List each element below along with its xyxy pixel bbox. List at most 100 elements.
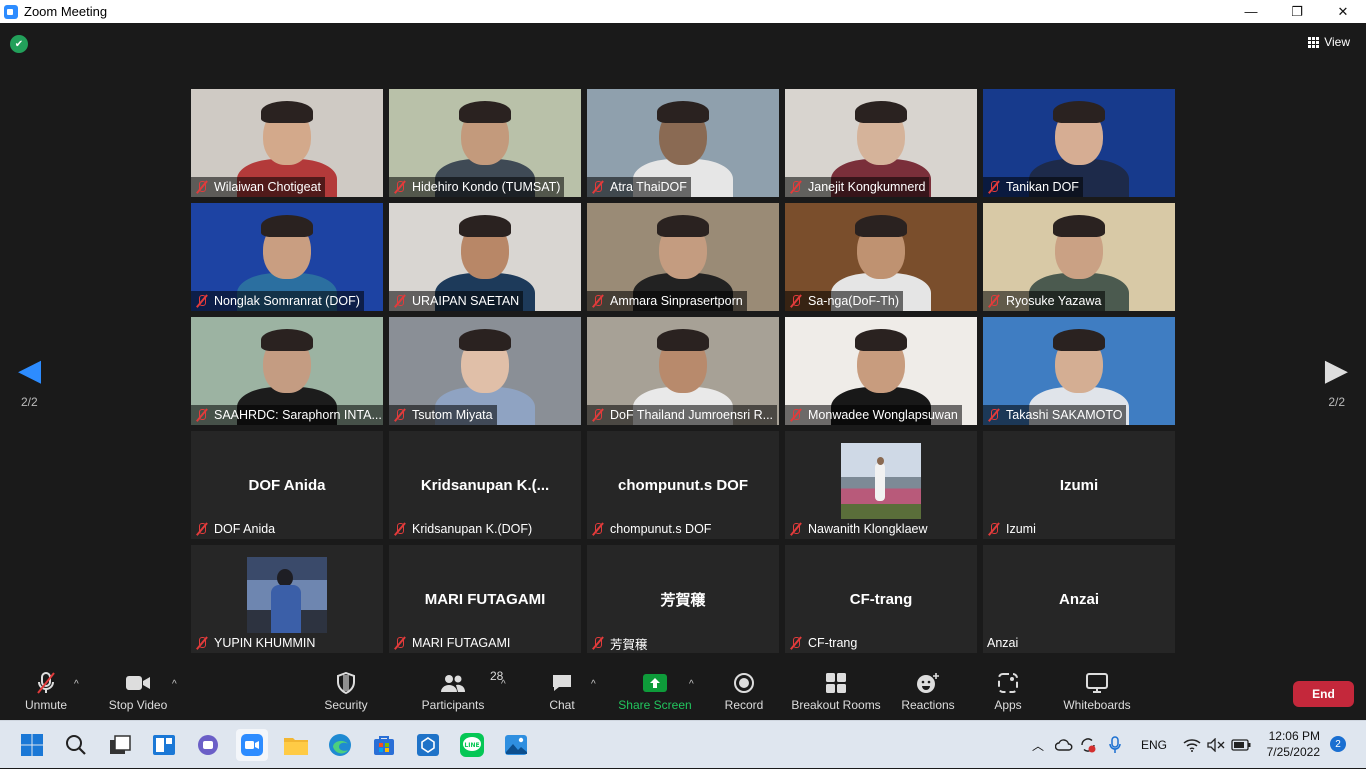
wifi-icon[interactable] bbox=[1183, 721, 1201, 769]
participant-tile[interactable]: Nonglak Somranrat (DOF) bbox=[191, 203, 383, 311]
title-bar: Zoom Meeting — ❐ ✕ bbox=[0, 0, 1366, 23]
breakout-rooms-button[interactable]: Breakout Rooms bbox=[790, 663, 882, 720]
participant-tile[interactable]: Anzai Anzai bbox=[983, 545, 1175, 653]
file-explorer-icon[interactable] bbox=[280, 729, 312, 761]
sync-alert-icon[interactable] bbox=[1079, 721, 1097, 769]
participant-tile[interactable]: MARI FUTAGAMI MARI FUTAGAMI bbox=[389, 545, 581, 653]
participant-name: Monwadee Wonglapsuwan bbox=[808, 408, 958, 422]
video-camera-icon bbox=[125, 671, 151, 695]
participant-tile[interactable]: Takashi SAKAMOTO bbox=[983, 317, 1175, 425]
participant-tile[interactable]: Ammara Sinprasertporn bbox=[587, 203, 779, 311]
system-clock[interactable]: 12:06 PM 7/25/2022 bbox=[1267, 728, 1320, 760]
apps-button[interactable]: Apps bbox=[988, 663, 1028, 720]
participant-tile[interactable]: Atra ThaiDOF bbox=[587, 89, 779, 197]
stop-video-button[interactable]: Stop Video bbox=[106, 663, 170, 720]
participant-tile[interactable]: DoF Thailand Jumroensri R... bbox=[587, 317, 779, 425]
window-title: Zoom Meeting bbox=[24, 4, 108, 19]
participants-button[interactable]: 28 Participants bbox=[418, 663, 504, 720]
line-app-icon[interactable]: LINE bbox=[456, 729, 488, 761]
participant-tile[interactable]: Monwadee Wonglapsuwan bbox=[785, 317, 977, 425]
task-view-icon[interactable] bbox=[104, 729, 136, 761]
muted-mic-icon bbox=[35, 671, 57, 695]
participant-tile[interactable]: SAAHRDC: Saraphorn INTA... bbox=[191, 317, 383, 425]
muted-mic-icon bbox=[789, 408, 803, 422]
participant-tile[interactable]: Janejit Kongkumnerd bbox=[785, 89, 977, 197]
muted-mic-icon bbox=[393, 294, 407, 308]
photos-app-icon[interactable] bbox=[500, 729, 532, 761]
participant-tile[interactable]: YUPIN KHUMMIN bbox=[191, 545, 383, 653]
reactions-button[interactable]: Reactions bbox=[900, 663, 956, 720]
microsoft-store-icon[interactable] bbox=[368, 729, 400, 761]
participant-tile[interactable]: Izumi Izumi bbox=[983, 431, 1175, 539]
show-hidden-icons-chevron-icon[interactable]: ︿ bbox=[1032, 721, 1044, 769]
encryption-shield-icon[interactable]: ✔ bbox=[10, 35, 28, 53]
participant-tile[interactable]: URAIPAN SAETAN bbox=[389, 203, 581, 311]
onedrive-cloud-icon[interactable] bbox=[1055, 721, 1073, 769]
participant-name: Janejit Kongkumnerd bbox=[808, 180, 926, 194]
windows-taskbar: LINE ︿ ENG 12:06 PM 7/25/2022 2 bbox=[0, 720, 1366, 768]
volume-muted-icon[interactable] bbox=[1207, 721, 1225, 769]
view-label: View bbox=[1324, 35, 1350, 49]
share-screen-button[interactable]: Share Screen bbox=[618, 663, 692, 720]
participant-tile[interactable]: chompunut.s DOF chompunut.s DOF bbox=[587, 431, 779, 539]
view-button[interactable]: View bbox=[1308, 35, 1350, 49]
muted-mic-icon bbox=[195, 636, 209, 650]
participants-options-caret-icon[interactable]: ^ bbox=[501, 679, 506, 690]
chat-options-caret-icon[interactable]: ^ bbox=[591, 679, 596, 690]
participant-tile[interactable]: Kridsanupan K.(... Kridsanupan K.(DOF) bbox=[389, 431, 581, 539]
participant-name-bar: Wilaiwan Chotigeat bbox=[191, 177, 325, 197]
participant-video-hair bbox=[657, 101, 709, 123]
muted-mic-icon bbox=[789, 522, 803, 536]
edge-browser-icon[interactable] bbox=[324, 729, 356, 761]
participant-tile[interactable]: Tanikan DOF bbox=[983, 89, 1175, 197]
participant-name: Nonglak Somranrat (DOF) bbox=[214, 294, 360, 308]
zoom-taskbar-icon[interactable] bbox=[236, 729, 268, 761]
participant-tile[interactable]: Ryosuke Yazawa bbox=[983, 203, 1175, 311]
breakout-rooms-icon bbox=[825, 671, 847, 695]
whiteboards-button[interactable]: Whiteboards bbox=[1060, 663, 1134, 720]
microphone-tray-icon[interactable] bbox=[1109, 721, 1121, 769]
share-options-caret-icon[interactable]: ^ bbox=[689, 679, 694, 690]
participant-tile[interactable]: DOF Anida DOF Anida bbox=[191, 431, 383, 539]
record-button[interactable]: Record bbox=[722, 663, 766, 720]
close-button[interactable]: ✕ bbox=[1320, 0, 1366, 23]
participant-name-bar: Ammara Sinprasertporn bbox=[587, 291, 747, 311]
muted-mic-icon bbox=[393, 522, 407, 536]
unmute-button[interactable]: Unmute bbox=[22, 663, 70, 720]
teams-chat-icon[interactable] bbox=[192, 729, 224, 761]
chat-button[interactable]: Chat bbox=[542, 663, 582, 720]
participant-tile[interactable]: Sa-nga(DoF-Th) bbox=[785, 203, 977, 311]
input-language[interactable]: ENG bbox=[1141, 721, 1167, 769]
next-page-arrow-icon[interactable]: ▶ bbox=[1325, 353, 1348, 388]
azure-app-icon[interactable] bbox=[412, 729, 444, 761]
participant-tile[interactable]: Nawanith Klongklaew bbox=[785, 431, 977, 539]
muted-mic-icon bbox=[393, 636, 407, 650]
minimize-button[interactable]: — bbox=[1228, 0, 1274, 23]
participant-tile[interactable]: Wilaiwan Chotigeat bbox=[191, 89, 383, 197]
end-meeting-button[interactable]: End bbox=[1293, 681, 1354, 707]
muted-mic-icon bbox=[987, 522, 1001, 536]
maximize-button[interactable]: ❐ bbox=[1274, 0, 1320, 23]
battery-icon[interactable] bbox=[1231, 721, 1251, 769]
muted-mic-icon bbox=[987, 180, 1001, 194]
notification-badge[interactable]: 2 bbox=[1330, 736, 1346, 752]
widgets-icon[interactable] bbox=[148, 729, 180, 761]
windows-start-icon[interactable] bbox=[16, 729, 48, 761]
participant-name-bar: chompunut.s DOF bbox=[587, 519, 715, 539]
audio-options-caret-icon[interactable]: ^ bbox=[74, 679, 79, 690]
participant-tile[interactable]: Hidehiro Kondo (TUMSAT) bbox=[389, 89, 581, 197]
security-button[interactable]: Security bbox=[322, 663, 370, 720]
search-icon[interactable] bbox=[60, 729, 92, 761]
muted-mic-icon bbox=[195, 522, 209, 536]
participant-video-hair bbox=[657, 329, 709, 351]
participant-tile[interactable]: 芳賀穣 芳賀穣 bbox=[587, 545, 779, 653]
participant-name: SAAHRDC: Saraphorn INTA... bbox=[214, 408, 382, 422]
video-options-caret-icon[interactable]: ^ bbox=[172, 679, 177, 690]
muted-mic-icon bbox=[393, 180, 407, 194]
participant-tile[interactable]: Tsutom Miyata bbox=[389, 317, 581, 425]
previous-page-arrow-icon[interactable]: ◀ bbox=[18, 353, 41, 388]
participant-name: DOF Anida bbox=[214, 522, 276, 536]
participant-name-bar: Atra ThaiDOF bbox=[587, 177, 691, 197]
participant-name-bar: MARI FUTAGAMI bbox=[389, 633, 514, 653]
participant-tile[interactable]: CF-trang CF-trang bbox=[785, 545, 977, 653]
